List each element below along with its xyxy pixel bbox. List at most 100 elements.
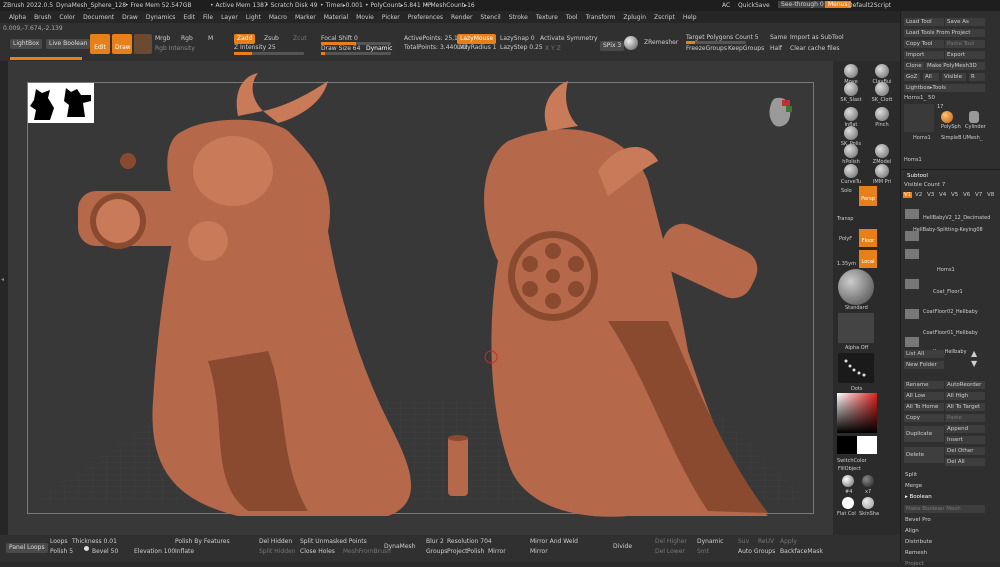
menu-item-picker[interactable]: Picker [382,14,400,21]
zremesher-button[interactable]: ZRemesher [644,39,678,46]
autoreorder-button[interactable]: AutoReorder [945,381,985,389]
menu-item-dynamics[interactable]: Dynamics [146,14,176,21]
brush-pinch[interactable]: Pinch [867,107,897,128]
matcap-4-icon[interactable] [842,475,854,487]
mirror-button[interactable]: Mirror [530,548,548,555]
all-low-button[interactable]: All Low [904,392,944,400]
sculpt-models[interactable] [8,61,833,535]
menu-item-render[interactable]: Render [451,14,472,21]
cylinder-icon[interactable] [969,111,979,123]
dynamesh-button[interactable]: DynaMesh [384,543,415,550]
live-boolean-button[interactable]: Live Boolean [46,39,91,49]
seethrough-slider[interactable]: See-through 0 [778,1,827,8]
list-item[interactable]: Coat_Floor1 [903,267,999,295]
save-as-button[interactable]: Save As [945,18,985,26]
quicksave-button[interactable]: QuickSave [738,2,770,9]
clear-cache-button[interactable]: Clear cache files [790,45,840,52]
draw-button[interactable]: Draw [112,34,132,54]
menu-item-preferences[interactable]: Preferences [408,14,443,21]
rename-button[interactable]: Rename [904,381,944,389]
menu-item-marker[interactable]: Marker [295,14,316,21]
inflate-slider[interactable]: Inflate [175,548,194,555]
polish-slider[interactable]: Polish 5 [50,548,73,555]
half-button[interactable]: Half [770,45,782,52]
list-item[interactable]: Key_Hellbaby [903,327,999,355]
resolution-slider[interactable]: Resolution 704 [447,538,492,545]
switch-color-button[interactable]: SwitchColor [837,458,867,464]
default-zscript[interactable]: Default2Script [848,2,891,9]
m-button[interactable]: M [208,35,213,42]
orientation-head-icon[interactable] [769,97,792,127]
stroke-dots-icon[interactable] [838,353,874,383]
close-holes-button[interactable]: Close Holes [300,548,335,555]
polysphere-icon[interactable] [941,111,953,123]
make-polymesh3d-button[interactable]: Make PolyMesh3D [925,62,985,70]
mirror-button-alt[interactable]: Mirror [488,548,506,555]
del-other-button[interactable]: Del Other [945,447,985,455]
bevel-slider[interactable]: Bevel 50 [92,548,118,555]
draw-size-track[interactable] [321,52,391,55]
floor-button[interactable]: Floor [859,229,877,247]
split-hidden-button[interactable]: Split Hidden [259,548,296,555]
activate-symmetry-button[interactable]: Activate Symmetry [540,35,598,42]
make-boolean-mesh-button[interactable]: Make Boolean Mesh [904,505,985,513]
primary-color-swatch[interactable] [837,436,857,454]
spix-slider[interactable]: SPix 3 [600,41,625,51]
menu-item-zscript[interactable]: Zscript [654,14,675,21]
backface-mask-button[interactable]: BackfaceMask [780,548,823,555]
bevel-pro-section[interactable]: Bevel Pro [905,517,931,523]
menu-item-edit[interactable]: Edit [183,14,195,21]
version-v4[interactable]: V4 [939,192,946,198]
all-high-button[interactable]: All High [945,392,985,400]
shelf-arrow-icon[interactable]: ◂ [1,276,4,283]
zadd-button[interactable]: Zadd [234,34,256,44]
version-v3[interactable]: V3 [927,192,934,198]
insert-button[interactable]: Insert [945,436,985,444]
version-v2[interactable]: V2 [915,192,922,198]
brush-imm-primitives[interactable]: IMM Pri [867,164,897,185]
paste-button[interactable]: Paste [945,414,985,422]
paste-tool-button[interactable]: Paste Tool [945,40,985,48]
menu-item-draw[interactable]: Draw [122,14,138,21]
version-v1[interactable]: V1 [903,192,913,198]
material-thumbnail[interactable] [134,34,152,54]
menu-item-stencil[interactable]: Stencil [480,14,500,21]
menu-item-material[interactable]: Material [324,14,348,21]
zsub-button[interactable]: Zsub [264,35,279,42]
menu-item-tool[interactable]: Tool [566,14,578,21]
thickness-slider[interactable]: Thickness 0.01 [72,538,117,545]
duplicate-button[interactable]: Duplicate [904,426,944,442]
edit-button[interactable]: Edit [90,34,110,54]
solo-button[interactable]: Solo [841,188,852,194]
menu-item-brush[interactable]: Brush [34,14,51,21]
brush-sk-slash[interactable]: SK_Slast [836,82,866,103]
brush-hpolish[interactable]: hPolish [836,144,866,165]
version-v5[interactable]: V5 [951,192,958,198]
secondary-color-swatch[interactable] [857,436,877,454]
current-tool-thumbnail[interactable] [904,104,934,132]
all-to-target-button[interactable]: All To Target [945,403,985,411]
dynamic-toggle[interactable]: Dynamic [366,45,392,52]
import-as-subtool-button[interactable]: Import as SubTool [790,34,844,41]
suv-button[interactable]: Suv [738,538,749,545]
menu-item-transform[interactable]: Transform [585,14,615,21]
split-unmasked-button[interactable]: Split Unmasked Points [300,538,367,545]
menu-item-light[interactable]: Light [246,14,261,21]
dynamic-subdiv-button[interactable]: Dynamic [697,538,723,545]
list-item[interactable]: HellBabyV2_12_Decimated [903,207,999,225]
reuv-button[interactable]: ReUV [758,538,774,545]
apply-button[interactable]: Apply [780,538,797,545]
menus-button[interactable]: Menus [825,1,851,8]
subtool-list[interactable]: HellBabyV2_12_Decimated HellBaby-Splitti… [903,205,999,355]
flat-color-icon[interactable] [842,497,854,509]
freezegroups-button[interactable]: FreezeGroups [686,45,727,52]
align-section[interactable]: Align [905,528,919,534]
list-item[interactable]: CoatFloor01_Hellbaby [903,307,999,347]
subtool-header[interactable]: Subtool [907,173,928,179]
same-button[interactable]: Same [770,34,787,41]
panel-loops-button[interactable]: Panel Loops [6,543,48,553]
rgb-intensity-slider[interactable]: Rgb Intensity [155,45,195,52]
list-all-button[interactable]: List All [904,350,944,358]
persp-button[interactable]: Persp [859,186,877,206]
focal-shift-slider[interactable]: Focal Shift 0 [321,35,358,42]
